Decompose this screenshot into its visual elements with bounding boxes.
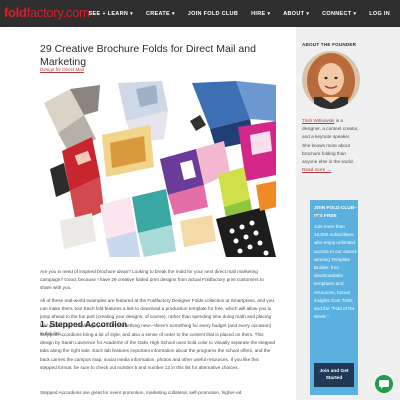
stepped-accordion-uses-paragraph: Stepped Accordions are great for event p… bbox=[40, 390, 242, 395]
founder-bio: Trish Witkowski is a designer, a content… bbox=[302, 117, 360, 174]
nav-item-label: LOG IN bbox=[369, 10, 390, 17]
hero-image bbox=[40, 81, 276, 257]
main-nav: SEE + LEARN ▾ CREATE ▾ JOIN FOLD CLUB HIRE ▾ AB… bbox=[89, 0, 390, 27]
chat-bubble-icon bbox=[379, 380, 389, 389]
nav-item-label: ABOUT bbox=[283, 10, 305, 17]
intro-paragraph: Are you in need of inspired brochure ide… bbox=[40, 269, 264, 291]
nav-item-about[interactable]: ABOUT ▾ bbox=[283, 11, 309, 17]
article-title: 29 Creative Brochure Folds for Direct Ma… bbox=[40, 43, 256, 68]
chevron-down-icon: ▾ bbox=[267, 10, 271, 17]
logo-bold: fold bbox=[4, 5, 27, 20]
chevron-down-icon: ▾ bbox=[353, 10, 357, 17]
promo-text: Join more than 16,000 subscribers who en… bbox=[314, 224, 358, 320]
category-link[interactable]: Design for Direct Mail bbox=[40, 67, 84, 72]
nav-item-label: CREATE bbox=[145, 10, 170, 17]
brochure-collage-illustration bbox=[40, 81, 276, 257]
site-logo[interactable]: foldfactory.com bbox=[4, 5, 90, 20]
founder-portrait bbox=[302, 51, 360, 109]
join-button[interactable]: Join and Get Started bbox=[314, 363, 354, 387]
nav-item-label: JOIN FOLD CLUB bbox=[187, 10, 239, 17]
nav-item-hire[interactable]: HIRE ▾ bbox=[251, 11, 270, 17]
nav-item-label: CONNECT bbox=[322, 10, 352, 17]
fold-club-promo: JOIN FOLD CLUB–IT'S FREE Join more than … bbox=[310, 200, 358, 395]
nav-item-label: SEE + LEARN bbox=[88, 10, 129, 17]
promo-title: JOIN FOLD CLUB–IT'S FREE bbox=[314, 206, 357, 219]
logo-rest: factory.com bbox=[26, 5, 90, 20]
read-more-link[interactable]: Read more → bbox=[302, 167, 331, 172]
nav-item-label: HIRE bbox=[251, 10, 266, 17]
founder-bio-text: is a designer, a content creator, and a … bbox=[302, 118, 359, 165]
sidebar: ABOUT THE FOUNDER Trish Witkowski is a d… bbox=[296, 27, 400, 400]
nav-item-see-learn[interactable]: SEE + LEARN ▾ bbox=[89, 11, 133, 17]
stepped-accordion-paragraph: Stepped Accordions bring a lot of style,… bbox=[40, 332, 276, 370]
nav-item-create[interactable]: CREATE ▾ bbox=[146, 11, 175, 17]
section-heading: 1. Stepped Accordion bbox=[40, 319, 128, 329]
nav-item-connect[interactable]: CONNECT ▾ bbox=[322, 11, 356, 17]
founder-avatar bbox=[302, 51, 360, 109]
chevron-down-icon: ▾ bbox=[130, 10, 133, 17]
article: 29 Creative Brochure Folds for Direct Ma… bbox=[40, 27, 276, 400]
nav-item-join-fold-club[interactable]: JOIN FOLD CLUB bbox=[188, 11, 238, 17]
chat-button[interactable] bbox=[375, 375, 393, 393]
nav-item-log-in[interactable]: LOG IN bbox=[369, 11, 390, 17]
chevron-down-icon: ▾ bbox=[306, 10, 310, 17]
founder-name-link[interactable]: Trish Witkowski bbox=[302, 118, 334, 123]
top-navigation-bar: foldfactory.com SEE + LEARN ▾ CREATE ▾ JOIN … bbox=[0, 0, 400, 27]
chevron-down-icon: ▾ bbox=[171, 10, 175, 17]
about-heading: ABOUT THE FOUNDER bbox=[302, 42, 357, 47]
